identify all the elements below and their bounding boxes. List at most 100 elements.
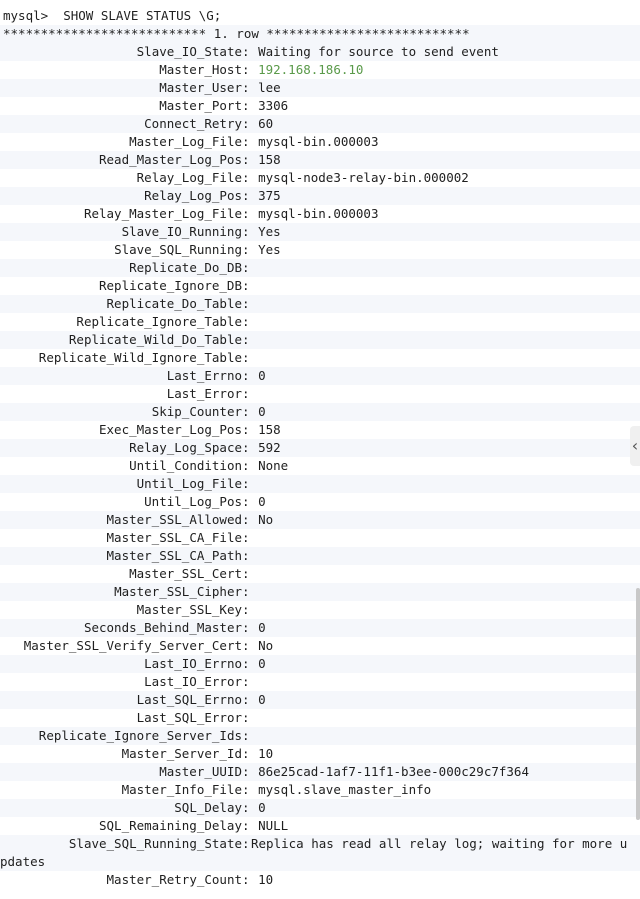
field-value: 0 <box>258 494 266 509</box>
status-field-row: Master_Server_Id: 10 <box>0 745 640 763</box>
field-separator: : <box>242 620 258 635</box>
status-field-row: Until_Condition: None <box>0 457 640 475</box>
field-name: Replicate_Wild_Do_Table <box>68 332 242 347</box>
field-value: mysql-node3-relay-bin.000002 <box>258 170 469 185</box>
field-name: Last_SQL_Errno <box>136 692 242 707</box>
field-separator: : <box>242 386 258 401</box>
field-separator: : <box>242 152 258 167</box>
field-separator: : <box>242 278 258 293</box>
field-name: Slave_IO_State <box>136 44 242 59</box>
field-separator: : <box>242 332 258 347</box>
field-name: SQL_Remaining_Delay <box>99 818 242 833</box>
field-separator: : <box>242 188 258 203</box>
field-name: Relay_Log_File <box>136 170 242 185</box>
field-value <box>257 349 258 367</box>
status-field-row: Slave_IO_Running: Yes <box>0 223 640 241</box>
field-separator: : <box>242 872 258 887</box>
field-name: Replicate_Do_Table <box>106 296 242 311</box>
field-separator: : <box>242 764 258 779</box>
field-value <box>257 727 258 745</box>
field-value: mysql-bin.000003 <box>258 206 379 221</box>
field-separator: : <box>242 674 258 689</box>
field-name: Until_Condition <box>129 458 242 473</box>
status-field-list: Slave_IO_State: Waiting for source to se… <box>0 43 640 889</box>
field-value: Replica has read all relay log; waiting … <box>0 836 628 869</box>
field-separator: : <box>242 530 258 545</box>
field-name: Master_SSL_Cert <box>129 566 242 581</box>
field-separator: : <box>242 584 258 599</box>
status-field-row: Master_Log_File: mysql-bin.000003 <box>0 133 640 151</box>
field-name: Relay_Log_Space <box>129 440 242 455</box>
field-separator: : <box>242 818 258 833</box>
field-name: Until_Log_Pos <box>144 494 242 509</box>
status-field-row: Read_Master_Log_Pos: 158 <box>0 151 640 169</box>
vertical-scrollbar[interactable] <box>636 588 640 820</box>
status-field-row: Master_SSL_Verify_Server_Cert: No <box>0 637 640 655</box>
status-field-row: Relay_Log_Space: 592 <box>0 439 640 457</box>
field-separator: : <box>242 224 258 239</box>
field-separator: : <box>242 728 258 743</box>
field-value: mysql.slave_master_info <box>258 782 432 797</box>
status-field-row: Replicate_Ignore_Server_Ids: <box>0 727 640 745</box>
field-value <box>257 475 258 493</box>
status-field-row: Relay_Master_Log_File: mysql-bin.000003 <box>0 205 640 223</box>
field-separator: : <box>242 206 258 221</box>
field-separator: : <box>242 440 258 455</box>
field-name: Relay_Log_Pos <box>144 188 242 203</box>
status-field-row: Relay_Log_File: mysql-node3-relay-bin.00… <box>0 169 640 187</box>
collapse-panel-button[interactable]: ‹ <box>630 426 640 466</box>
status-field-row: Master_SSL_Key: <box>0 601 640 619</box>
status-field-row: Master_SSL_CA_File: <box>0 529 640 547</box>
status-field-row: Master_SSL_Cipher: <box>0 583 640 601</box>
field-value <box>257 295 258 313</box>
field-separator: : <box>242 98 258 113</box>
status-field-row: Until_Log_Pos: 0 <box>0 493 640 511</box>
status-field-row: Replicate_Do_DB: <box>0 259 640 277</box>
field-value <box>257 583 258 601</box>
field-name: Master_UUID <box>159 764 242 779</box>
status-field-row: Slave_IO_State: Waiting for source to se… <box>0 43 640 61</box>
field-value <box>257 673 258 691</box>
field-separator: : <box>242 404 258 419</box>
status-field-row: Relay_Log_Pos: 375 <box>0 187 640 205</box>
field-name: Read_Master_Log_Pos <box>99 152 242 167</box>
status-field-row: Last_SQL_Error: <box>0 709 640 727</box>
field-name: Master_SSL_Allowed <box>106 512 242 527</box>
field-name: Master_Server_Id <box>121 746 242 761</box>
field-separator: : <box>242 458 258 473</box>
field-value: NULL <box>258 818 289 833</box>
status-field-row: Exec_Master_Log_Pos: 158 <box>0 421 640 439</box>
chevron-left-icon: ‹ <box>631 436 639 455</box>
field-value: lee <box>258 80 281 95</box>
status-field-row: Skip_Counter: 0 <box>0 403 640 421</box>
field-name: Replicate_Ignore_Table <box>76 314 242 329</box>
field-separator: : <box>242 566 258 581</box>
field-value: 86e25cad-1af7-11f1-b3ee-000c29c7f364 <box>258 764 529 779</box>
status-field-row: Seconds_Behind_Master: 0 <box>0 619 640 637</box>
field-name: Replicate_Do_DB <box>129 260 242 275</box>
field-value <box>257 565 258 583</box>
field-name: Last_SQL_Error <box>136 710 242 725</box>
field-value: 192.168.186.10 <box>258 62 364 77</box>
field-value <box>257 313 258 331</box>
field-value: No <box>258 512 274 527</box>
field-separator: : <box>242 350 258 365</box>
field-name: Relay_Master_Log_File <box>83 206 242 221</box>
field-value: 158 <box>258 152 281 167</box>
status-field-row: Master_UUID: 86e25cad-1af7-11f1-b3ee-000… <box>0 763 640 781</box>
field-separator: : <box>242 134 258 149</box>
status-field-row: SQL_Remaining_Delay: NULL <box>0 817 640 835</box>
field-value: 60 <box>258 116 274 131</box>
field-separator: : <box>242 314 258 329</box>
field-name: Master_Host <box>159 62 242 77</box>
field-value: mysql-bin.000003 <box>258 134 379 149</box>
field-name: Master_Port <box>159 98 242 113</box>
field-name: Connect_Retry <box>144 116 242 131</box>
status-field-row: Last_IO_Errno: 0 <box>0 655 640 673</box>
status-field-row: Replicate_Wild_Do_Table: <box>0 331 640 349</box>
field-separator: : <box>242 422 258 437</box>
field-name: Exec_Master_Log_Pos <box>99 422 242 437</box>
status-field-row: Last_Errno: 0 <box>0 367 640 385</box>
field-value: 3306 <box>258 98 289 113</box>
field-value: 375 <box>258 188 281 203</box>
